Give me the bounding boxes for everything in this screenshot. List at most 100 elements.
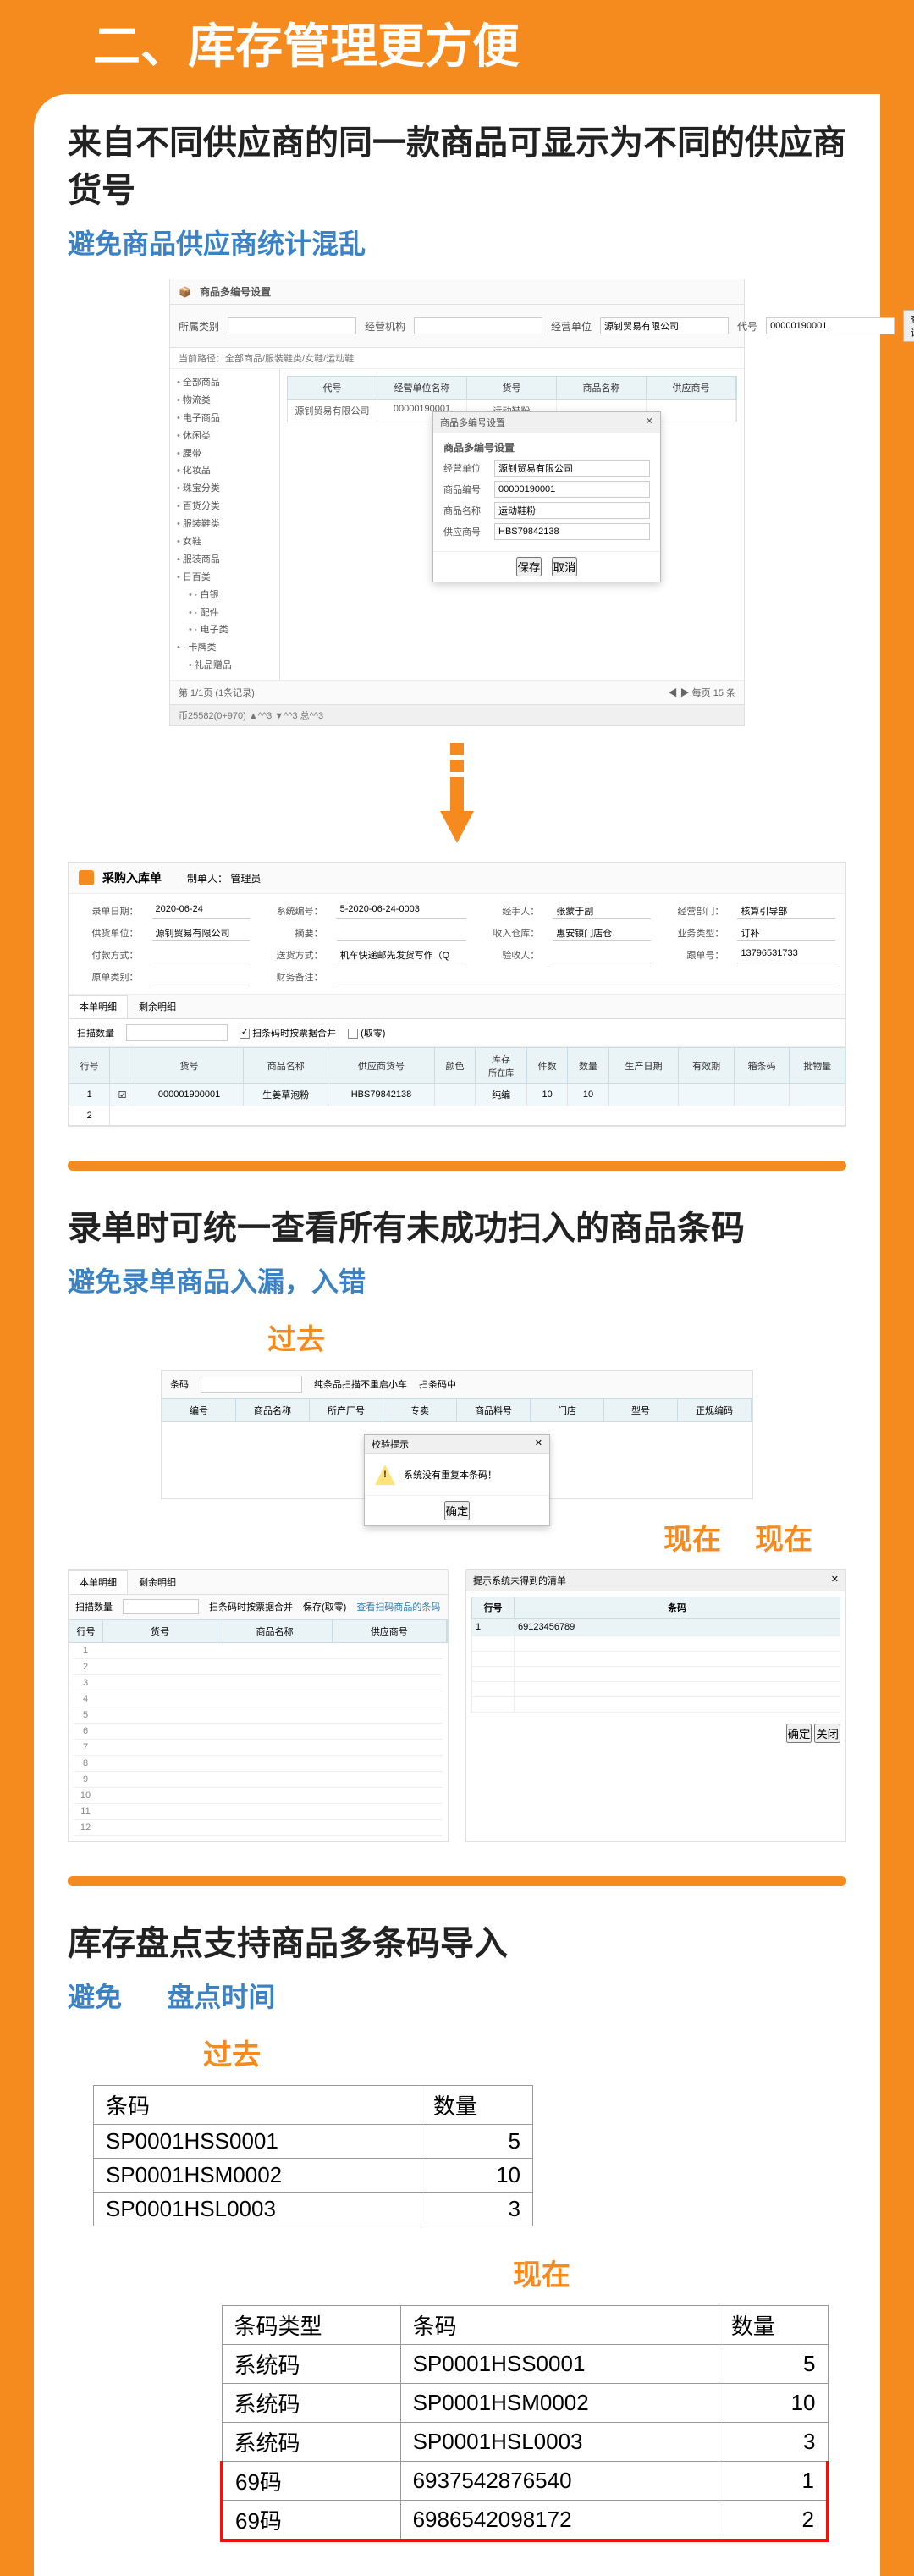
val-dept[interactable]: 核算引导部 [737, 902, 835, 919]
modal-save-button[interactable]: 保存 [516, 557, 542, 576]
tree-node[interactable]: 礼品赠品 [177, 657, 273, 675]
tab-detail[interactable]: 本单明细 [69, 1570, 128, 1594]
val-src[interactable] [152, 968, 251, 985]
list-row[interactable]: 4 [74, 1691, 443, 1707]
tree-node[interactable]: 化妆品 [177, 462, 273, 480]
cell: 10 [421, 2159, 532, 2193]
col-barcode: 条码 [400, 2306, 719, 2345]
tree-node[interactable]: · 配件 [177, 604, 273, 622]
barcode-row[interactable] [472, 1697, 840, 1713]
tab-remain[interactable]: 剩余明细 [128, 995, 187, 1018]
col: 所产厂号 [310, 1399, 383, 1421]
val-mode[interactable]: 机车快递邮先发货写作（Q [337, 946, 466, 963]
tree-node[interactable]: · 卡牌类 [177, 639, 273, 657]
tree-node[interactable]: 女鞋 [177, 533, 273, 551]
list-row[interactable]: 7 [74, 1740, 443, 1756]
scan-input[interactable] [126, 1024, 228, 1041]
val-date[interactable]: 2020-06-24 [152, 902, 251, 919]
data-row[interactable]: 2 [69, 1106, 845, 1126]
close-icon[interactable]: ✕ [831, 1574, 839, 1587]
tree-node[interactable]: 电子商品 [177, 410, 273, 427]
tree-node[interactable]: 日百类 [177, 569, 273, 587]
data-row[interactable]: 1 ☑ 000001900001 生姜草泡粉 HBS79842138 纯编 10… [69, 1084, 845, 1106]
scan-input[interactable] [123, 1599, 199, 1614]
close-icon[interactable]: ✕ [535, 1437, 542, 1451]
cell: 10 [719, 2384, 828, 2423]
col-name: 商品名称 [557, 377, 647, 399]
barcode-ok-button[interactable]: 确定 [786, 1724, 812, 1743]
modal-header: 商品多编号设置 ✕ [433, 412, 660, 433]
val-handler[interactable]: 张蒙于副 [553, 902, 651, 919]
list-row[interactable]: 2 [74, 1659, 443, 1675]
val-checker[interactable] [553, 946, 651, 963]
barcode-row[interactable] [472, 1667, 840, 1682]
list-row[interactable]: 8 [74, 1756, 443, 1772]
tree-node[interactable]: · 电子类 [177, 621, 273, 639]
barcode-row[interactable] [472, 1682, 840, 1697]
list-row[interactable]: 11 [74, 1804, 443, 1820]
inp-org[interactable] [414, 317, 542, 334]
btn-search[interactable]: 查询 [903, 310, 914, 342]
past-label: 过去 [0, 1316, 846, 1358]
now-left-rows: 1 2 3 4 5 6 7 8 9 10 11 12 [69, 1643, 448, 1841]
tree-node[interactable]: 休闲类 [177, 427, 273, 445]
list-row[interactable]: 3 [74, 1675, 443, 1691]
barcode-close-button[interactable]: 关闭 [814, 1724, 840, 1743]
inp-category[interactable] [228, 317, 356, 334]
inp-prod-name[interactable] [494, 502, 650, 519]
tab-remain[interactable]: 剩余明细 [128, 1570, 187, 1594]
list-row[interactable]: 1 [74, 1643, 443, 1659]
close-icon[interactable]: ✕ [646, 416, 653, 429]
breadcrumb: 当前路径：全部商品/服装鞋类/女鞋/运动鞋 [170, 348, 744, 369]
tree-node[interactable]: 珠宝分类 [177, 480, 273, 498]
barcode-row[interactable] [472, 1636, 840, 1652]
list-row[interactable]: 6 [74, 1724, 443, 1740]
view-link[interactable]: 查看扫码商品的条码 [356, 1600, 440, 1613]
barcode-row[interactable]: 1 69123456789 [472, 1619, 840, 1636]
inp-code[interactable] [201, 1376, 302, 1393]
lbl-sysno: 系统编号： [263, 904, 323, 918]
modal-header-title: 商品多编号设置 [440, 416, 505, 429]
table-row: SP0001HSL0003 3 [94, 2193, 533, 2226]
inp-unit-name[interactable] [494, 460, 650, 477]
val-ref[interactable] [337, 924, 466, 941]
cb-zero[interactable] [348, 1029, 358, 1039]
inp-code[interactable] [766, 317, 895, 334]
barcode-table: 行号 条码 1 69123456789 [471, 1597, 840, 1713]
past-grid-header: 编号 商品名称 所产厂号 专卖 商品料号 门店 型号 正规编码 [162, 1398, 752, 1422]
list-row[interactable]: 9 [74, 1772, 443, 1788]
val-trackno[interactable]: 13796531733 [737, 946, 835, 963]
barcode-row[interactable] [472, 1652, 840, 1667]
inp-prod-code[interactable] [494, 481, 650, 498]
category-tree[interactable]: 全部商品 物流类 电子商品 休闲类 腰带 化妆品 珠宝分类 百货分类 服装鞋类 … [170, 369, 280, 680]
cb-merge[interactable] [240, 1029, 250, 1039]
val-pay[interactable] [152, 946, 251, 963]
cell[interactable]: ☑ [110, 1084, 135, 1106]
table-row: 系统码 SP0001HSL0003 3 [222, 2423, 828, 2462]
tree-node[interactable]: · 白银 [177, 587, 273, 604]
tree-node[interactable]: 服装商品 [177, 551, 273, 569]
val-biztype[interactable]: 订补 [737, 924, 835, 941]
val-supplier[interactable]: 源钊贸易有限公司 [152, 924, 251, 941]
list-row[interactable]: 10 [74, 1788, 443, 1804]
pager-right[interactable]: ◀ ▶ 每页 15 条 [669, 686, 735, 699]
col-name: 商品名称 [244, 1048, 328, 1084]
alert-ok-button[interactable]: 确定 [444, 1501, 471, 1520]
list-row[interactable]: 12 [74, 1820, 443, 1836]
purchase-entry-form: 采购入库单 制单人： 管理员 录单日期： 2020-06-24 系统编号： 5-… [68, 862, 846, 1127]
val-payacc[interactable] [337, 968, 835, 985]
tree-node[interactable]: 全部商品 [177, 374, 273, 392]
inp-unit[interactable] [600, 317, 729, 334]
inp-supp-no[interactable] [494, 523, 650, 540]
tree-node[interactable]: 物流类 [177, 392, 273, 410]
cell: 3 [421, 2193, 532, 2226]
modal-cancel-button[interactable]: 取消 [552, 557, 578, 576]
val-inwh[interactable]: 惠安镇门店仓 [553, 924, 651, 941]
list-row[interactable]: 5 [74, 1707, 443, 1724]
tree-node[interactable]: 腰带 [177, 445, 273, 463]
cell: SP0001HSL0003 [94, 2193, 421, 2226]
cell [110, 1106, 845, 1126]
tree-node[interactable]: 服装鞋类 [177, 516, 273, 533]
tree-node[interactable]: 百货分类 [177, 498, 273, 516]
tab-detail[interactable]: 本单明细 [69, 995, 128, 1018]
